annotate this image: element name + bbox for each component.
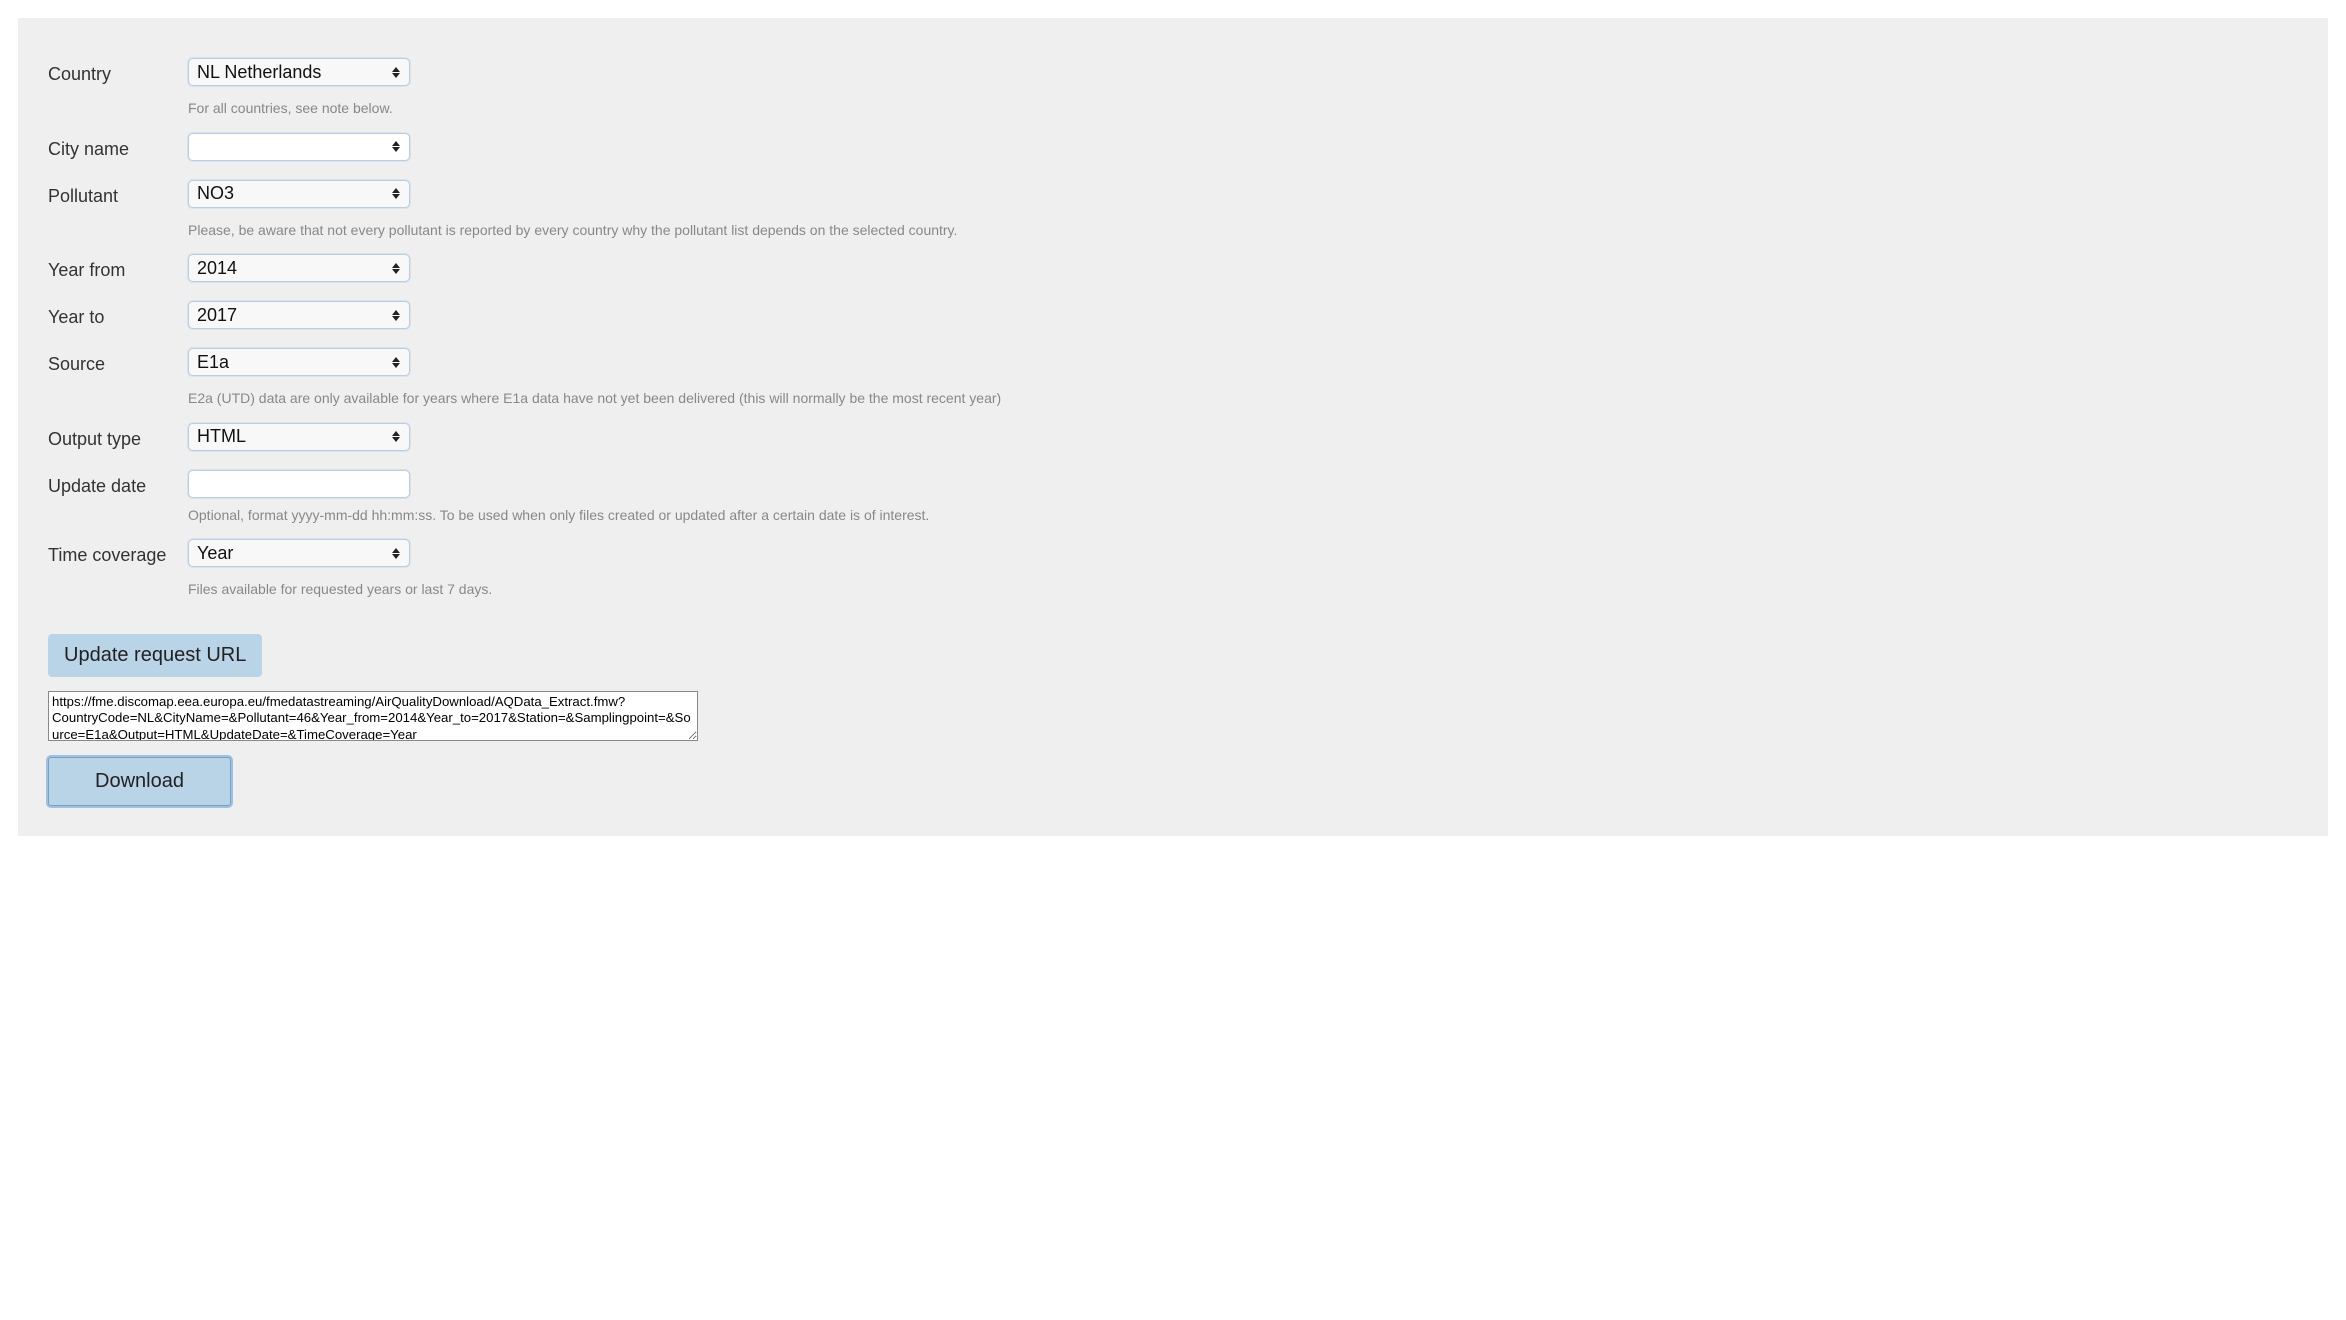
select-country[interactable]: NL Netherlands	[188, 58, 410, 86]
row-output: Output type HTML	[48, 423, 2298, 466]
row-country: Country NL Netherlands For all countries…	[48, 58, 2298, 129]
select-source[interactable]: E1a	[188, 348, 410, 376]
select-year-to-value: 2017	[197, 302, 237, 328]
input-update-date[interactable]	[188, 470, 410, 498]
select-pollutant-value: NO3	[197, 181, 234, 207]
label-pollutant: Pollutant	[48, 180, 188, 208]
updown-icon	[389, 134, 403, 160]
select-output[interactable]: HTML	[188, 423, 410, 451]
label-year-from: Year from	[48, 254, 188, 282]
updown-icon	[389, 181, 403, 207]
label-output: Output type	[48, 423, 188, 451]
field-year-to: 2017	[188, 301, 2298, 344]
row-pollutant: Pollutant NO3 Please, be aware that not …	[48, 180, 2298, 251]
field-year-from: 2014	[188, 254, 2298, 297]
label-city: City name	[48, 133, 188, 161]
label-coverage: Time coverage	[48, 539, 188, 567]
row-city: City name	[48, 133, 2298, 176]
field-pollutant: NO3 Please, be aware that not every poll…	[188, 180, 2298, 251]
request-url-textarea[interactable]	[48, 691, 698, 741]
hint-country: For all countries, see note below.	[188, 99, 2298, 119]
row-source: Source E1a E2a (UTD) data are only avail…	[48, 348, 2298, 419]
field-update-date: Optional, format yyyy-mm-dd hh:mm:ss. To…	[188, 470, 2298, 536]
label-update-date: Update date	[48, 470, 188, 498]
updown-icon	[389, 59, 403, 85]
select-year-to[interactable]: 2017	[188, 301, 410, 329]
form-page: Country NL Netherlands For all countries…	[18, 18, 2328, 836]
select-output-value: HTML	[197, 424, 246, 450]
field-output: HTML	[188, 423, 2298, 466]
label-year-to: Year to	[48, 301, 188, 329]
updown-icon	[389, 424, 403, 450]
updown-icon	[389, 349, 403, 375]
select-year-from-value: 2014	[197, 255, 237, 281]
updown-icon	[389, 302, 403, 328]
updown-icon	[389, 255, 403, 281]
hint-pollutant: Please, be aware that not every pollutan…	[188, 221, 2298, 241]
select-city[interactable]	[188, 133, 410, 161]
field-source: E1a E2a (UTD) data are only available fo…	[188, 348, 2298, 419]
hint-update-date: Optional, format yyyy-mm-dd hh:mm:ss. To…	[188, 506, 2298, 526]
select-year-from[interactable]: 2014	[188, 254, 410, 282]
label-country: Country	[48, 58, 188, 86]
row-coverage: Time coverage Year Files available for r…	[48, 539, 2298, 610]
update-request-url-button[interactable]: Update request URL	[48, 634, 262, 677]
select-coverage-value: Year	[197, 540, 233, 566]
select-coverage[interactable]: Year	[188, 539, 410, 567]
row-year-from: Year from 2014	[48, 254, 2298, 297]
select-source-value: E1a	[197, 349, 229, 375]
row-year-to: Year to 2017	[48, 301, 2298, 344]
field-coverage: Year Files available for requested years…	[188, 539, 2298, 610]
label-source: Source	[48, 348, 188, 376]
hint-coverage: Files available for requested years or l…	[188, 580, 2298, 600]
select-pollutant[interactable]: NO3	[188, 180, 410, 208]
field-country: NL Netherlands For all countries, see no…	[188, 58, 2298, 129]
updown-icon	[389, 540, 403, 566]
hint-source: E2a (UTD) data are only available for ye…	[188, 389, 2298, 409]
select-country-value: NL Netherlands	[197, 59, 321, 85]
row-update-date: Update date Optional, format yyyy-mm-dd …	[48, 470, 2298, 536]
download-button[interactable]: Download	[48, 757, 231, 806]
field-city	[188, 133, 2298, 176]
